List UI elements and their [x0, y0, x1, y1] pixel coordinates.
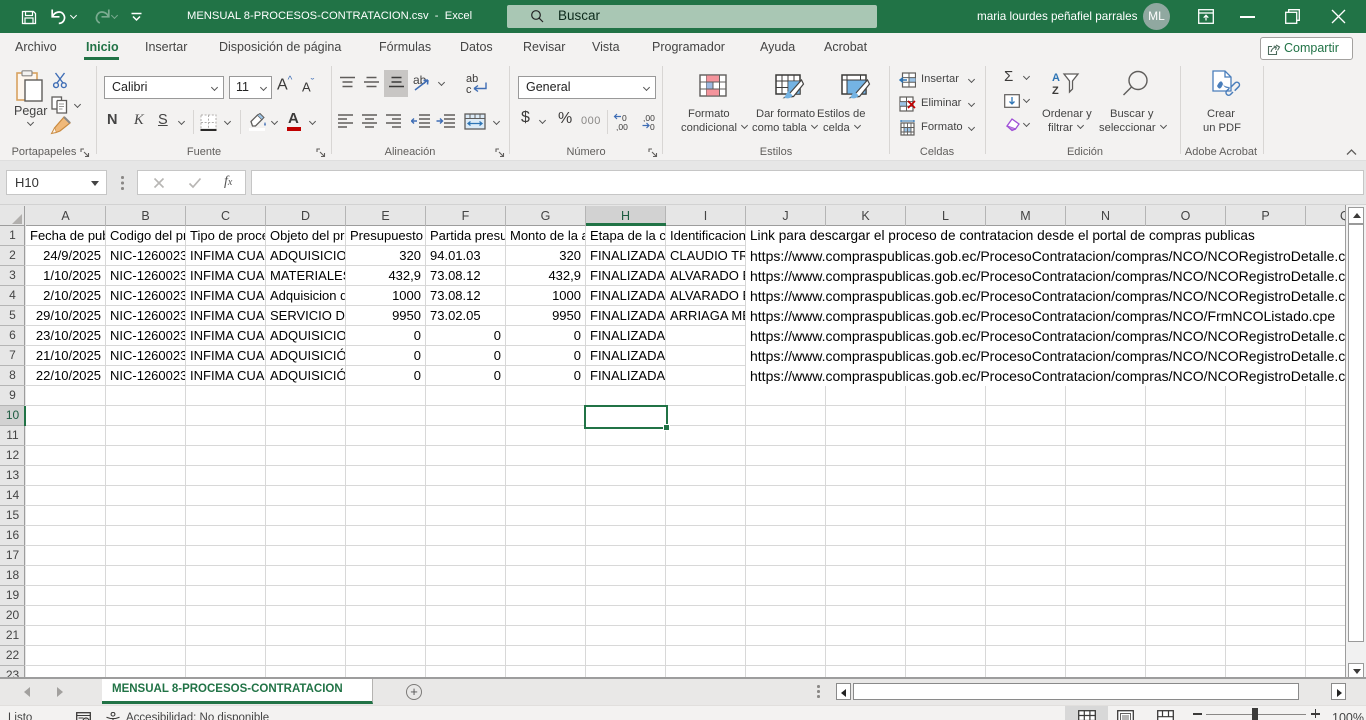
svg-text:A: A: [1052, 72, 1060, 84]
svg-text:Z: Z: [1052, 85, 1059, 97]
svg-text:c: c: [466, 84, 472, 94]
svg-text:,00: ,00: [616, 122, 628, 131]
svg-text:0: 0: [650, 122, 655, 131]
